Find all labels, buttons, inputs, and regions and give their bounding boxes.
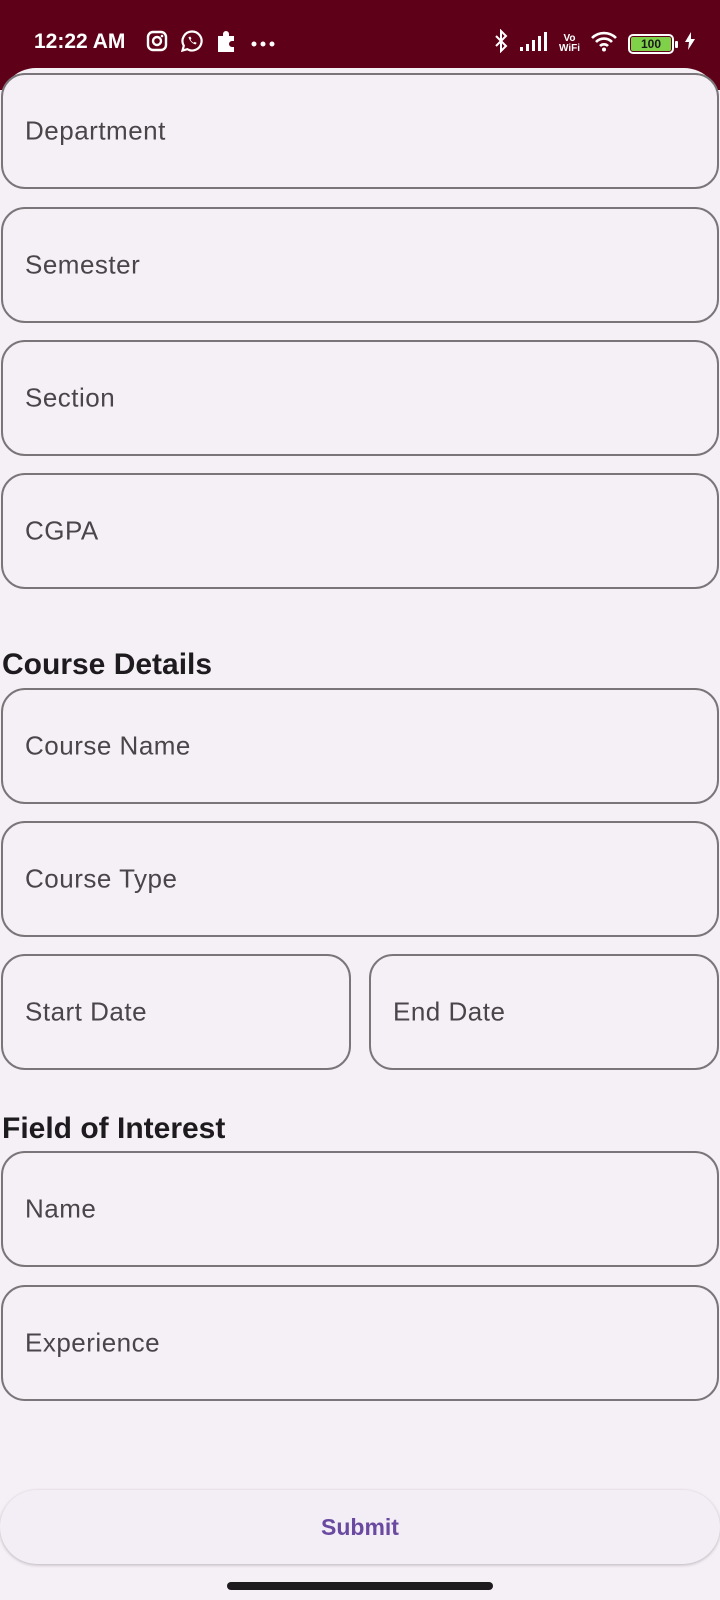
puzzle-icon [216,29,238,58]
semester-label: Semester [25,249,141,280]
course-details-title: Course Details [2,648,213,681]
signal-icon [519,30,549,57]
course-type-field[interactable]: Course Type [1,821,719,937]
status-time: 12:22 AM [34,30,126,53]
end-date-label: End Date [393,996,506,1027]
experience-field[interactable]: Experience [1,1285,719,1401]
field-of-interest-title: Field of Interest [2,1112,226,1145]
system-icons: Vo WiFi 100 [493,28,696,58]
form-sheet: Department Semester Section CGPA Course … [0,68,720,1600]
cgpa-field[interactable]: CGPA [1,473,719,589]
semester-field[interactable]: Semester [1,207,719,323]
interest-name-field[interactable]: Name [1,1151,719,1267]
end-date-field[interactable]: End Date [369,954,719,1070]
course-name-field[interactable]: Course Name [1,688,719,804]
wifi-icon [590,30,618,57]
course-name-label: Course Name [25,730,191,761]
department-field[interactable]: Department [1,73,719,189]
battery-level: 100 [631,36,671,51]
notification-icons [146,29,276,58]
bluetooth-icon [493,28,509,58]
course-type-label: Course Type [25,863,178,894]
whatsapp-icon [180,29,204,58]
instagram-icon [146,30,168,57]
start-date-label: Start Date [25,996,148,1027]
department-label: Department [25,115,166,146]
charging-icon [684,31,696,56]
experience-label: Experience [25,1327,161,1358]
home-indicator[interactable] [227,1582,493,1590]
start-date-field[interactable]: Start Date [1,954,351,1070]
section-label: Section [25,382,116,413]
submit-button[interactable]: Submit [0,1490,720,1564]
cgpa-label: CGPA [25,515,99,546]
interest-name-label: Name [25,1193,97,1224]
battery-icon: 100 [628,33,678,54]
more-notifications-icon [250,35,276,53]
section-field[interactable]: Section [1,340,719,456]
vowifi-bottom: WiFi [558,42,580,54]
vowifi-icon: Vo WiFi [558,33,580,54]
